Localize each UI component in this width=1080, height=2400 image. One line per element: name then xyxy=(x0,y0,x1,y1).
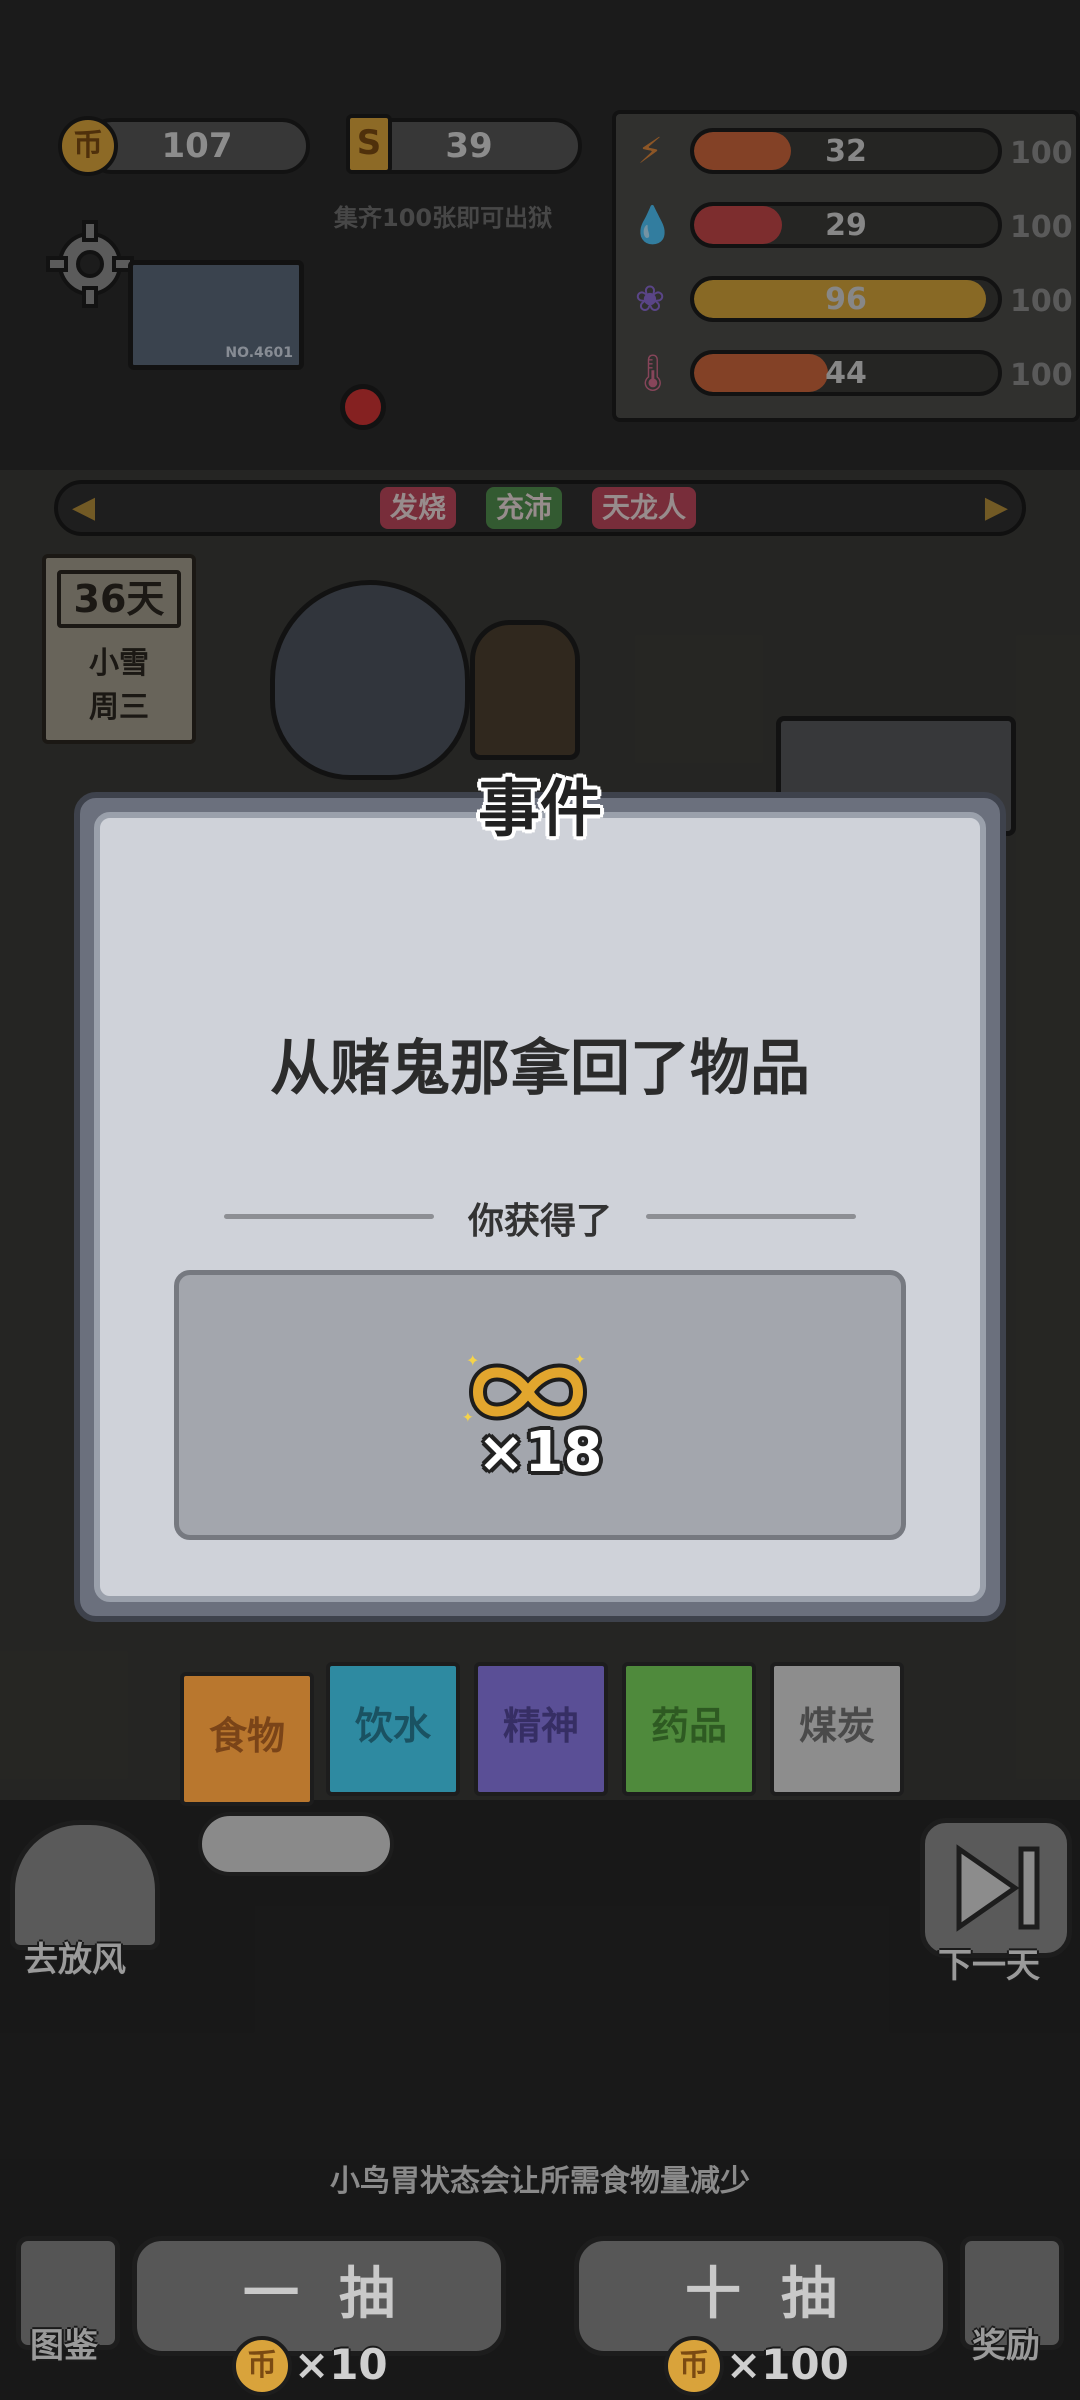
category-tab-coal[interactable]: 煤炭 xyxy=(770,1662,904,1796)
category-tab-medicine[interactable]: 药品 xyxy=(622,1662,756,1796)
category-tab-food[interactable]: 食物 xyxy=(180,1672,314,1806)
tip-text: 小鸟胃状态会让所需食物量减少 xyxy=(330,2164,750,2199)
ten-draw-coin-icon: 币 xyxy=(664,2336,724,2396)
outing-button[interactable]: 去放风 xyxy=(24,1932,126,1981)
ten-draw-cost: ×100 xyxy=(726,2340,849,2389)
ten-draw-button[interactable]: 十抽 xyxy=(574,2236,948,2356)
event-title: 事件 xyxy=(477,772,602,845)
thought-bubble xyxy=(198,1812,394,1876)
next-day-button[interactable]: 下一天 xyxy=(938,1938,1040,1987)
guide-button[interactable]: 图鉴 xyxy=(30,2318,98,2367)
event-headline: 从赌鬼那拿回了物品 xyxy=(270,1034,810,1104)
svg-text:✦: ✦ xyxy=(466,1352,479,1370)
single-draw-button[interactable]: 一抽 xyxy=(132,2236,506,2356)
svg-text:✦: ✦ xyxy=(574,1352,586,1368)
category-tab-water[interactable]: 饮水 xyxy=(326,1662,460,1796)
single-draw-cost: ×10 xyxy=(294,2340,388,2389)
next-day-icon[interactable] xyxy=(920,1818,1072,1958)
door-icon[interactable] xyxy=(10,1820,160,1950)
category-tab-mind[interactable]: 精神 xyxy=(474,1662,608,1796)
gain-label: 你获得了 xyxy=(467,1201,612,1242)
reward-button[interactable]: 奖励 xyxy=(972,2318,1040,2367)
single-draw-coin-icon: 币 xyxy=(232,2336,292,2396)
reward-quantity: ×18 xyxy=(477,1420,603,1485)
divider-right xyxy=(646,1214,856,1219)
